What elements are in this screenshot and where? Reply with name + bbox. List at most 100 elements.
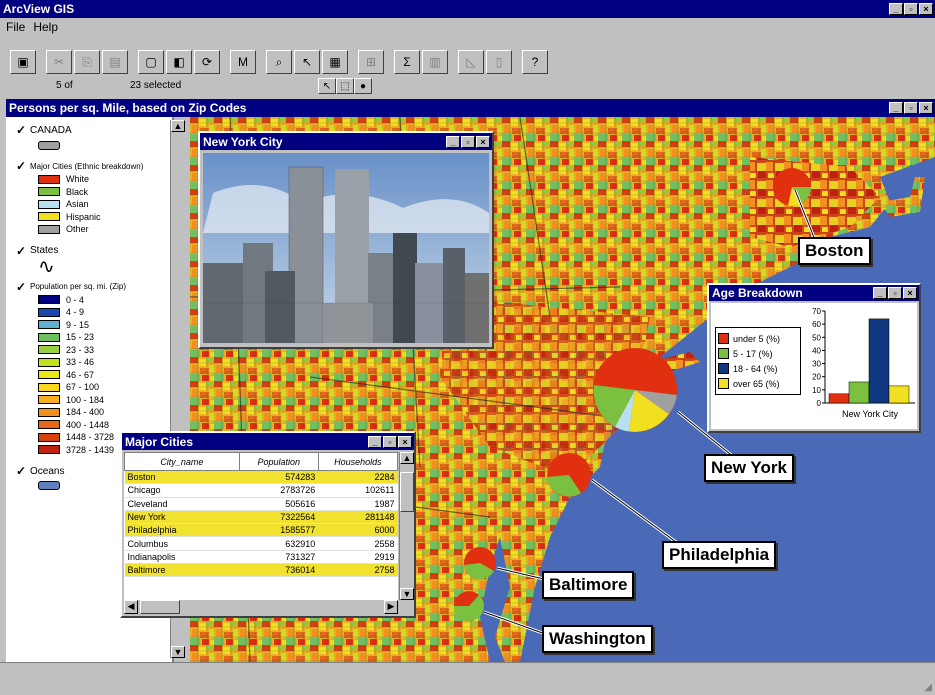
check-icon[interactable]: ✓	[16, 464, 30, 478]
age-minimize-button[interactable]: _	[873, 287, 887, 299]
check-icon[interactable]: ✓	[16, 123, 30, 137]
identify-tool[interactable]: ●	[354, 78, 372, 94]
pop-class-label: 1448 - 3728	[66, 432, 115, 443]
age-close-button[interactable]: ×	[903, 287, 917, 299]
cities-scroll-up[interactable]: ▲	[400, 452, 414, 464]
copy-button[interactable]: ⎘	[74, 50, 100, 74]
cell-hh: 102611	[318, 483, 398, 498]
baltimore-pie	[464, 547, 496, 580]
check-icon[interactable]: ✓	[16, 244, 30, 258]
cities-vscrollbar[interactable]: ▲ ▼	[399, 452, 414, 600]
age-maximize-button[interactable]: ▫	[888, 287, 902, 299]
col-households[interactable]: Households	[317, 452, 398, 471]
minimize-button[interactable]: _	[889, 3, 903, 15]
check-icon[interactable]: ✓	[16, 280, 30, 294]
select-tool[interactable]: ⬚	[336, 78, 354, 94]
legend-theme-population[interactable]: ✓ Population per sq. mi. (Zip)	[16, 280, 172, 294]
cities-minimize-button[interactable]: _	[368, 435, 382, 448]
age-titlebar: Age Breakdown _ ▫ ×	[709, 285, 919, 301]
table-row[interactable]: New York 7322564 281148	[124, 510, 398, 525]
zoom-layer-button[interactable]: ◧	[166, 50, 192, 74]
close-button[interactable]: ×	[919, 3, 933, 15]
swatch	[38, 224, 60, 234]
pop-class-item: 15 - 23	[16, 331, 172, 344]
paste-button[interactable]: ▤	[102, 50, 128, 74]
col-population[interactable]: Population	[238, 452, 319, 471]
query-button[interactable]: ⊞	[358, 50, 384, 74]
locate-button[interactable]: ↖	[294, 50, 320, 74]
nyc-window: New York City _ ▫ ×	[198, 131, 494, 349]
cell-hh: 2558	[318, 536, 398, 551]
legend-theme-canada[interactable]: ✓ CANADA	[16, 123, 172, 137]
cell-pop: 1585577	[239, 523, 319, 538]
ethnic-item: Black	[16, 186, 172, 199]
nyc-minimize-button[interactable]: _	[446, 135, 460, 148]
ethnic-legend: White Black Asian Hispanic Other	[16, 173, 172, 236]
cities-scroll-right[interactable]: ▶	[384, 600, 398, 614]
cell-pop: 7322564	[239, 510, 319, 525]
y-tick-label: 20	[812, 373, 821, 382]
table-button[interactable]: ▦	[322, 50, 348, 74]
pop-class-item: 46 - 67	[16, 369, 172, 382]
pop-class-item: 33 - 46	[16, 356, 172, 369]
menu-help[interactable]: Help	[33, 20, 58, 36]
legend-theme-major-cities[interactable]: ✓ Major Cities (Ethnic breakdown)	[16, 159, 172, 173]
maximize-button[interactable]: ▫	[904, 3, 918, 15]
cities-scroll-left[interactable]: ◀	[124, 600, 138, 614]
pointer-tool[interactable]: ↖	[318, 78, 336, 94]
pop-class-item: 9 - 15	[16, 319, 172, 332]
save-button[interactable]: ▣	[10, 50, 36, 74]
table-row[interactable]: Boston 574283 2284	[124, 470, 398, 485]
help-button[interactable]: ?	[522, 50, 548, 74]
full-extent-button[interactable]: ▢	[138, 50, 164, 74]
cities-close-button[interactable]: ×	[398, 435, 412, 448]
view-close-button[interactable]: ×	[919, 102, 933, 114]
scroll-down-button[interactable]: ▼	[171, 646, 185, 658]
swatch	[38, 320, 60, 330]
find-button[interactable]: ⌕	[266, 50, 292, 74]
cities-hscrollbar[interactable]: ◀ ▶	[124, 600, 398, 614]
table-row[interactable]: Indianapolis 731327 2919	[124, 550, 398, 565]
cell-hh: 2284	[318, 470, 398, 485]
swatch	[718, 363, 729, 374]
table-row[interactable]: Cleveland 505616 1987	[124, 497, 398, 511]
menu-bar: File Help	[6, 20, 66, 36]
cities-maximize-button[interactable]: ▫	[383, 435, 397, 448]
age-legend-label: over 65 (%)	[733, 378, 780, 389]
stats-button[interactable]: ▥	[422, 50, 448, 74]
layout-button[interactable]: ▯	[486, 50, 512, 74]
cell-pop: 731327	[239, 550, 319, 565]
y-tick-label: 40	[812, 346, 821, 355]
refresh-button[interactable]: ⟳	[194, 50, 220, 74]
age-legend-item: 5 - 17 (%)	[718, 346, 798, 361]
cities-title: Major Cities	[125, 434, 194, 449]
scroll-up-button[interactable]: ▲	[171, 120, 185, 132]
table-row[interactable]: Chicago 2783726 102611	[124, 483, 398, 498]
chart-button[interactable]: ◺	[458, 50, 484, 74]
callout-philadelphia: Philadelphia	[662, 541, 777, 569]
cities-hscroll-thumb[interactable]	[140, 600, 180, 614]
ethnic-label: Black	[66, 186, 89, 197]
nyc-close-button[interactable]: ×	[476, 135, 490, 148]
ethnic-label: Asian	[66, 199, 89, 210]
ethnic-item: Asian	[16, 198, 172, 211]
sum-button[interactable]: Σ	[394, 50, 420, 74]
cut-button[interactable]: ✂	[46, 50, 72, 74]
cities-scroll-down[interactable]: ▼	[400, 588, 414, 600]
col-city-name[interactable]: City_name	[124, 452, 240, 471]
table-row[interactable]: Baltimore 736014 2758	[124, 563, 398, 578]
menu-file[interactable]: File	[6, 20, 25, 36]
table-row[interactable]: Philadelphia 1585577 6000	[124, 523, 398, 538]
callout-washington: Washington	[542, 625, 653, 653]
resize-grip-icon[interactable]: ◢	[924, 682, 932, 693]
cities-scroll-thumb[interactable]	[400, 472, 414, 512]
view-minimize-button[interactable]: _	[889, 102, 903, 114]
check-icon[interactable]: ✓	[16, 159, 30, 173]
table-row[interactable]: Columbus 632910 2558	[124, 536, 398, 551]
bar	[848, 381, 870, 404]
map-button[interactable]: M	[230, 50, 256, 74]
view-maximize-button[interactable]: ▫	[904, 102, 918, 114]
x-category-label: New York City	[842, 409, 899, 419]
pop-class-item: 100 - 184	[16, 394, 172, 407]
nyc-maximize-button[interactable]: ▫	[461, 135, 475, 148]
